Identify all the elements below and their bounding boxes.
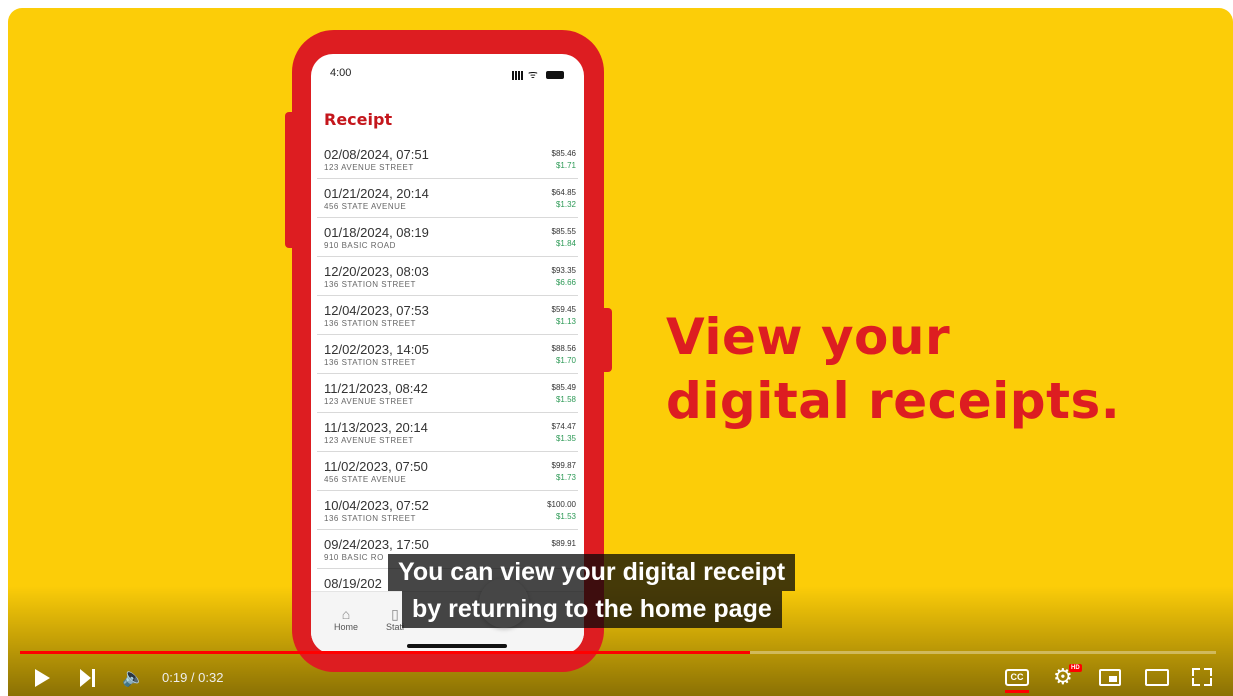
next-icon xyxy=(80,669,91,687)
home-indicator xyxy=(407,644,507,648)
receipt-total: $59.45 xyxy=(551,305,576,314)
receipt-savings: $1.73 xyxy=(555,473,576,482)
receipt-date: 10/04/2023, 07:52 xyxy=(324,498,429,513)
receipt-row[interactable]: 02/08/2024, 07:51 123 AVENUE STREET $85.46… xyxy=(317,140,578,179)
play-button[interactable] xyxy=(35,669,50,687)
receipt-savings: $1.53 xyxy=(555,512,576,521)
headline: View your digital receipts. xyxy=(666,305,1120,433)
receipt-row[interactable]: 11/02/2023, 07:50 456 STATE AVENUE $99.87 $… xyxy=(317,452,578,491)
receipt-row[interactable]: 12/04/2023, 07:53 136 STATION STREET $59.4… xyxy=(317,296,578,335)
status-time: 4:00 xyxy=(330,67,352,79)
receipt-row[interactable]: 01/21/2024, 20:14 456 STATE AVENUE $64.85 $… xyxy=(317,179,578,218)
phone-status-bar: 4:00 ᯤ xyxy=(311,54,584,94)
volume-icon: 🔈 xyxy=(122,667,145,687)
receipt-date: 08/19/202 xyxy=(324,576,382,591)
receipt-total: $93.35 xyxy=(551,266,576,275)
receipt-savings: $1.35 xyxy=(555,434,576,443)
receipt-savings: $1.84 xyxy=(555,239,576,248)
receipt-total: $88.56 xyxy=(551,344,576,353)
receipt-total: $85.55 xyxy=(551,227,576,236)
miniplayer-button[interactable] xyxy=(1099,669,1121,686)
receipt-savings: $1.13 xyxy=(555,317,576,326)
time-display: 0:19 / 0:32 xyxy=(162,670,224,685)
receipt-row[interactable]: 11/13/2023, 20:14 123 AVENUE STREET $74.47… xyxy=(317,413,578,452)
receipt-total: $64.85 xyxy=(551,188,576,197)
headline-line-2: digital receipts. xyxy=(666,372,1121,430)
status-icons: ᯤ xyxy=(511,67,564,82)
receipt-date: 01/21/2024, 20:14 xyxy=(324,186,429,201)
fullscreen-icon xyxy=(1192,668,1200,676)
wifi-icon: ᯤ xyxy=(527,69,539,81)
fullscreen-icon xyxy=(1204,668,1212,676)
receipt-savings: $1.32 xyxy=(555,200,576,209)
receipt-address: 123 AVENUE STREET xyxy=(324,163,414,172)
receipt-address: 456 STATE AVENUE xyxy=(324,202,407,211)
receipt-list: 02/08/2024, 07:51 123 AVENUE STREET $85.46… xyxy=(311,140,584,608)
receipt-address: 910 BASIC ROAD xyxy=(324,241,396,250)
receipt-savings: $1.71 xyxy=(555,161,576,170)
receipt-total: $85.49 xyxy=(551,383,576,392)
subtitles-active-indicator xyxy=(1005,690,1029,693)
receipt-savings: $1.70 xyxy=(555,356,576,365)
video-player[interactable]: 4:00 ᯤ Receipt 02/08/2024, 07:51 123 AVEN… xyxy=(0,0,1233,696)
receipt-date: 02/08/2024, 07:51 xyxy=(324,147,429,162)
player-controls: 🔈 0:19 / 0:32 CC ⚙ HD xyxy=(0,660,1233,696)
fullscreen-icon xyxy=(1192,678,1200,686)
receipt-total: $99.87 xyxy=(551,461,576,470)
receipt-date: 11/13/2023, 20:14 xyxy=(324,420,428,435)
cc-icon: CC xyxy=(1010,672,1024,682)
battery-icon xyxy=(546,71,564,80)
volume-button[interactable]: 🔈 xyxy=(122,667,144,688)
caption-line-1: You can view your digital receipt xyxy=(388,554,796,591)
screen-title: Receipt xyxy=(324,110,393,129)
receipt-date: 12/02/2023, 14:05 xyxy=(324,342,429,357)
receipt-address: 123 AVENUE STREET xyxy=(324,397,414,406)
receipt-date: 12/20/2023, 08:03 xyxy=(324,264,429,279)
receipt-address: 910 BASIC RO xyxy=(324,553,384,562)
receipt-total: $85.46 xyxy=(551,149,576,158)
receipt-row[interactable]: 12/02/2023, 14:05 136 STATION STREET $88.5… xyxy=(317,335,578,374)
subtitles-button[interactable]: CC xyxy=(1005,669,1029,686)
receipt-row[interactable]: 12/20/2023, 08:03 136 STATION STREET $93.3… xyxy=(317,257,578,296)
tab-label: Home xyxy=(333,622,358,632)
receipt-date: 11/02/2023, 07:50 xyxy=(324,459,428,474)
receipt-address: 123 AVENUE STREET xyxy=(324,436,414,445)
hd-badge: HD xyxy=(1069,664,1082,672)
headline-line-1: View your xyxy=(666,308,951,366)
progress-bar[interactable] xyxy=(20,651,1216,654)
next-button[interactable] xyxy=(80,669,96,687)
receipt-total: $74.47 xyxy=(551,422,576,431)
receipt-savings: $6.66 xyxy=(555,278,576,287)
receipt-date: 01/18/2024, 08:19 xyxy=(324,225,429,240)
receipt-savings: $1.58 xyxy=(555,395,576,404)
theater-mode-button[interactable] xyxy=(1145,669,1169,686)
fullscreen-icon xyxy=(1204,678,1212,686)
signal-icon xyxy=(511,70,524,80)
receipt-date: 11/21/2023, 08:42 xyxy=(324,381,428,396)
receipt-address: 136 STATION STREET xyxy=(324,319,416,328)
receipt-total: $100.00 xyxy=(547,500,576,509)
receipt-row[interactable]: 11/21/2023, 08:42 123 AVENUE STREET $85.49… xyxy=(317,374,578,413)
receipt-date: 12/04/2023, 07:53 xyxy=(324,303,429,318)
receipt-total: $89.91 xyxy=(551,539,576,548)
receipt-address: 456 STATE AVENUE xyxy=(324,475,407,484)
receipt-address: 136 STATION STREET xyxy=(324,358,416,367)
captions: You can view your digital receipt by ret… xyxy=(388,554,796,628)
receipt-row[interactable]: 01/18/2024, 08:19 910 BASIC ROAD $85.55 $1.… xyxy=(317,218,578,257)
home-icon: ⌂ xyxy=(341,606,351,622)
receipt-address: 136 STATION STREET xyxy=(324,514,416,523)
progress-played xyxy=(20,651,750,654)
receipt-address: 136 STATION STREET xyxy=(324,280,416,289)
caption-line-2: by returning to the home page xyxy=(402,591,782,628)
receipt-date: 09/24/2023, 17:50 xyxy=(324,537,429,552)
receipt-row[interactable]: 10/04/2023, 07:52 136 STATION STREET $100.… xyxy=(317,491,578,530)
fullscreen-button[interactable] xyxy=(1192,668,1212,686)
next-icon-bar xyxy=(92,669,95,687)
tab-home: ⌂ Home xyxy=(326,606,366,632)
